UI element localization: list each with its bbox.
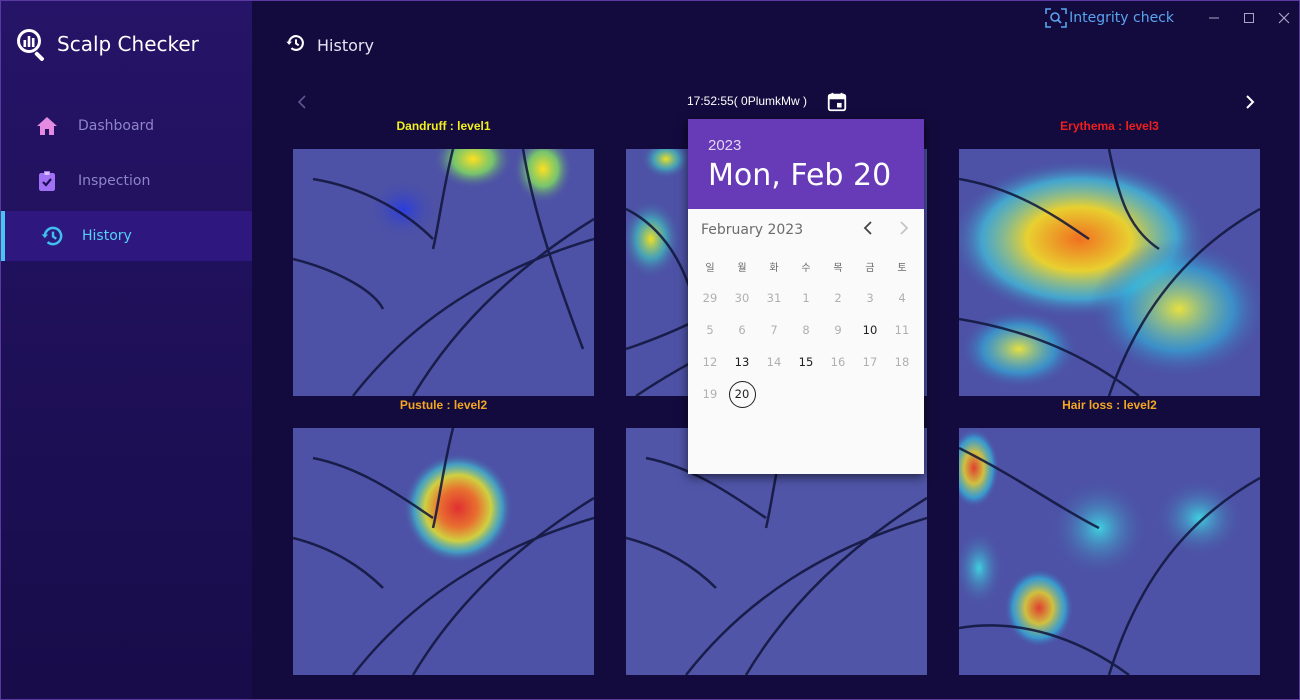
app-window: Scalp Checker Dashboard Inspection Histo… xyxy=(0,0,1300,700)
calendar-day: 5 xyxy=(706,323,714,337)
calendar-day: 16 xyxy=(830,355,846,369)
maximize-button[interactable] xyxy=(1231,4,1266,32)
weekday-label: 토 xyxy=(897,262,907,274)
sidebar-item-label: Inspection xyxy=(78,173,151,189)
calendar-empty-cell xyxy=(886,378,918,410)
calendar-day: 19 xyxy=(702,387,718,401)
diagnosis-label: Hair loss : level2 xyxy=(1062,398,1157,412)
calendar-day: 30 xyxy=(734,291,750,305)
diagnosis-label: Dandruff : level1 xyxy=(396,119,491,133)
diagnosis-label: Pustule : level2 xyxy=(399,398,488,412)
minimize-icon xyxy=(1208,17,1219,19)
integrity-check-button[interactable]: Integrity check xyxy=(1045,8,1174,28)
app-title: Scalp Checker xyxy=(57,32,199,56)
previous-month-button[interactable] xyxy=(859,219,877,237)
chevron-left-icon xyxy=(863,221,872,235)
calendar-day: 14 xyxy=(766,355,782,369)
previous-button[interactable] xyxy=(291,91,313,113)
date-picker-header: 2023 Mon, Feb 20 xyxy=(688,119,924,209)
calendar-day: 31 xyxy=(766,291,782,305)
week-row: 12 13 14 15 16 17 18 xyxy=(694,346,918,378)
next-button[interactable] xyxy=(1239,91,1261,113)
calendar-day[interactable]: 20 xyxy=(726,378,758,410)
picker-selected-date: Mon, Feb 20 xyxy=(708,158,892,193)
chevron-right-icon xyxy=(900,221,909,235)
sidebar-item-label: History xyxy=(82,228,132,244)
weekday-row: 일월화수목금토 xyxy=(694,250,918,282)
scalp-heatmap-image[interactable] xyxy=(293,149,594,396)
magnifier-chart-icon xyxy=(15,27,49,62)
diagnosis-label: Erythema : level3 xyxy=(1060,119,1159,133)
calendar-day: 7 xyxy=(770,323,778,337)
history-icon xyxy=(285,32,307,59)
weekday-label: 목 xyxy=(833,262,843,274)
history-icon xyxy=(40,223,66,249)
page-title: History xyxy=(317,36,374,55)
calendar-day: 8 xyxy=(802,323,810,337)
calendar-day: 17 xyxy=(862,355,878,369)
calendar-day: 3 xyxy=(866,291,874,305)
calendar-day: 12 xyxy=(702,355,718,369)
sidebar-item-inspection[interactable]: Inspection xyxy=(1,156,252,206)
chevron-right-icon xyxy=(1246,95,1255,109)
calendar-day: 29 xyxy=(702,291,718,305)
calendar-empty-cell xyxy=(758,378,790,410)
weekday-label: 화 xyxy=(769,262,779,274)
picker-month-row: February 2023 xyxy=(688,209,924,247)
close-icon xyxy=(1278,12,1289,24)
integrity-check-label: Integrity check xyxy=(1069,10,1174,26)
chevron-left-icon xyxy=(297,95,306,109)
weekday-label: 금 xyxy=(865,262,875,274)
maximize-icon xyxy=(1243,13,1254,23)
home-icon xyxy=(34,113,60,139)
week-row: 29 30 31 1 2 3 4 xyxy=(694,282,918,314)
calendar-day[interactable]: 13 xyxy=(726,346,758,378)
sidebar-nav: Dashboard Inspection History xyxy=(1,101,252,266)
calendar-day: 11 xyxy=(894,323,910,337)
minimize-button[interactable] xyxy=(1196,4,1231,32)
title-bar-controls: Integrity check xyxy=(1045,1,1299,35)
sidebar-item-dashboard[interactable]: Dashboard xyxy=(1,101,252,151)
calendar-grid: 일 월 화 수 목 금 토 29 30 31 1 2 3 4 5 6 7 8 9 10 11 12 13 14 15 16 17 18… xyxy=(694,250,918,410)
calendar-day[interactable]: 10 xyxy=(854,314,886,346)
weekday-label: 수 xyxy=(801,262,811,274)
calendar-day: 18 xyxy=(894,355,910,369)
brand: Scalp Checker xyxy=(15,27,199,62)
scan-search-icon xyxy=(1045,8,1067,28)
calendar-empty-cell xyxy=(822,378,854,410)
picker-year[interactable]: 2023 xyxy=(708,137,924,154)
calendar-day: 6 xyxy=(738,323,746,337)
scalp-heatmap-image[interactable] xyxy=(959,428,1260,675)
picker-month-label: February 2023 xyxy=(701,222,804,238)
sidebar-item-history[interactable]: History xyxy=(1,211,252,261)
calendar-day[interactable]: 15 xyxy=(790,346,822,378)
close-button[interactable] xyxy=(1266,4,1299,32)
calendar-button[interactable] xyxy=(826,91,848,118)
week-row: 19 20 xyxy=(694,378,918,410)
scalp-heatmap-image[interactable] xyxy=(293,428,594,675)
weekday-label: 월 xyxy=(737,262,747,274)
timestamp-label: 17:52:55( 0PlumkMw ) xyxy=(687,94,808,108)
sidebar: Scalp Checker Dashboard Inspection Histo… xyxy=(1,1,252,699)
calendar-day: 9 xyxy=(834,323,842,337)
next-month-button[interactable] xyxy=(895,219,913,237)
clipboard-check-icon xyxy=(34,168,60,194)
sidebar-item-label: Dashboard xyxy=(78,118,154,134)
calendar-empty-cell xyxy=(854,378,886,410)
week-row: 5 6 7 8 9 10 11 xyxy=(694,314,918,346)
calendar-day: 1 xyxy=(802,291,810,305)
selected-day: 20 xyxy=(728,380,756,408)
calendar-day: 4 xyxy=(898,291,906,305)
weekday-label: 일 xyxy=(705,262,715,274)
calendar-day: 2 xyxy=(834,291,842,305)
calendar-empty-cell xyxy=(790,378,822,410)
page-header: History xyxy=(285,32,374,59)
date-picker: 2023 Mon, Feb 20 February 2023 일 월 화 수 목 금 토 29… xyxy=(688,119,924,474)
scalp-heatmap-image[interactable] xyxy=(959,149,1260,396)
calendar-icon xyxy=(827,92,847,112)
